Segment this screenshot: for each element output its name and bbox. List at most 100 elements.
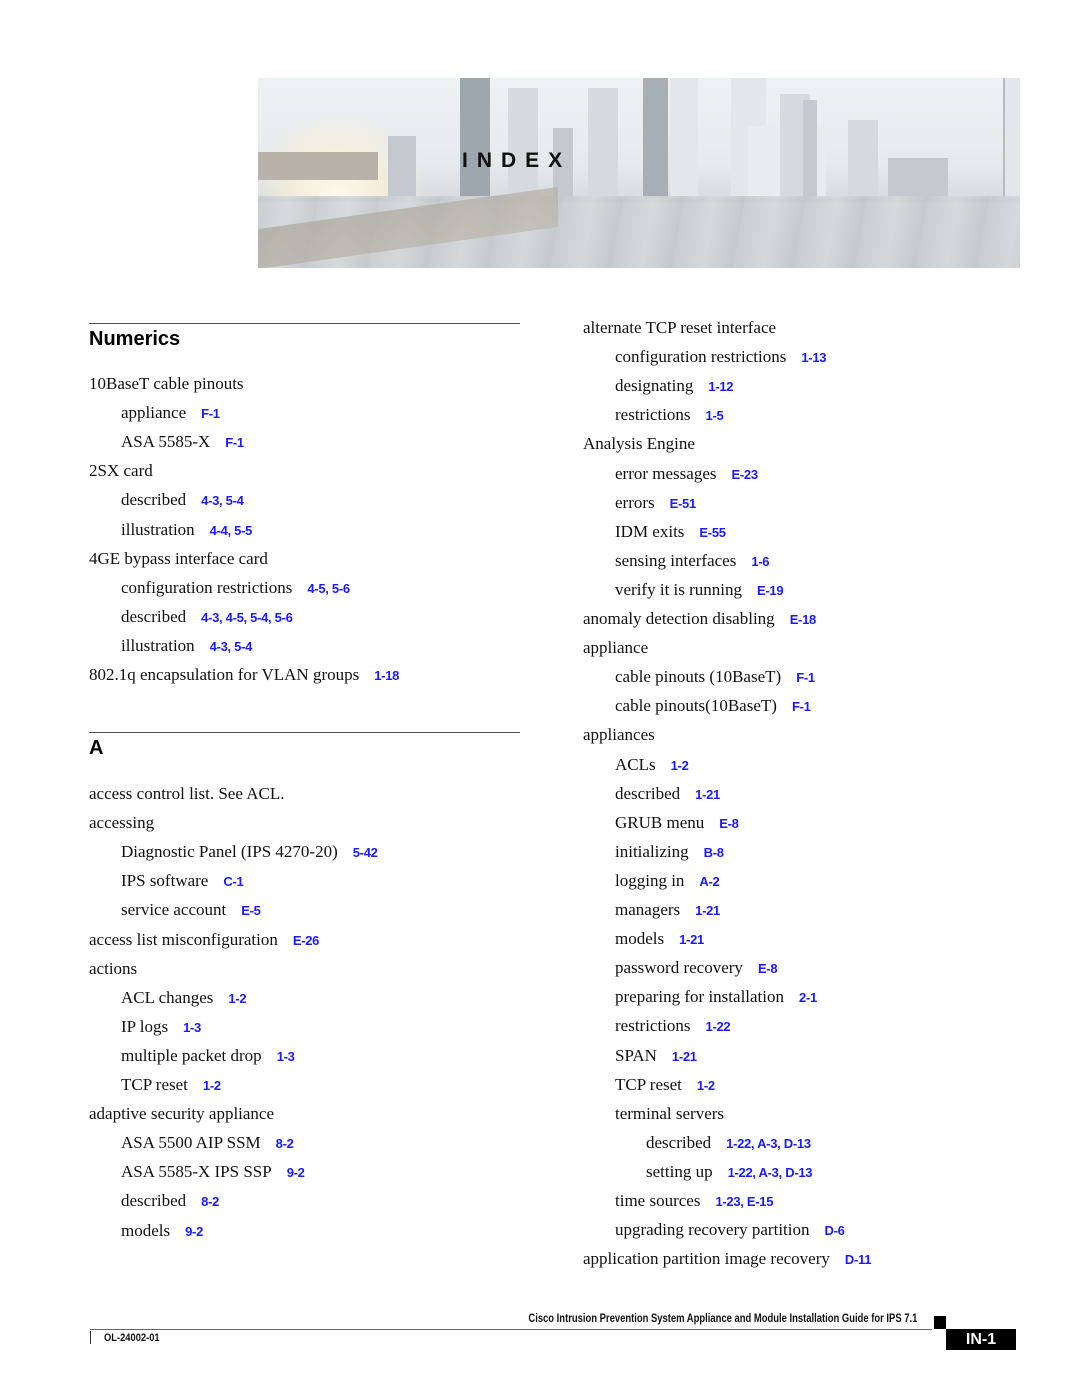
page-reference-link[interactable]: 1-3 (277, 1049, 295, 1064)
page-reference-link[interactable]: 1-21 (679, 932, 704, 947)
page-reference-link[interactable]: E-8 (758, 961, 778, 976)
index-term: managers (615, 900, 681, 919)
page-reference-link[interactable]: 4-5, 5-6 (307, 581, 350, 596)
section-rule-a (89, 732, 520, 733)
index-term: sensing interfaces (615, 550, 737, 570)
footer-left-bar (90, 1331, 91, 1344)
index-entry: upgrading recovery partition D-6 (615, 1220, 845, 1241)
page-reference-link[interactable]: 4-4, 5-5 (210, 523, 253, 538)
page-reference-link[interactable]: 1-3 (183, 1020, 201, 1035)
index-term: GRUB menu (615, 812, 705, 832)
index-entry: password recovery E-8 (615, 958, 778, 979)
index-entry: 802.1q encapsulation for VLAN groups 1-18 (89, 665, 399, 686)
index-term: described (646, 1132, 712, 1152)
index-term: cable pinouts(10BaseT) (615, 696, 777, 716)
index-entry: cable pinouts(10BaseT) F-1 (615, 696, 811, 717)
page-reference-link[interactable]: 8-2 (201, 1194, 219, 1209)
index-term: access list misconfiguration (89, 929, 278, 949)
index-entry: described 8-2 (121, 1191, 219, 1212)
page-reference-link[interactable]: 1-23, E-15 (715, 1194, 773, 1209)
page-reference-link[interactable]: 9-2 (185, 1224, 203, 1239)
index-term: ASA 5500 AIP SSM (121, 1133, 261, 1153)
index-term: service account (121, 900, 227, 920)
index-entry: Analysis Engine (583, 434, 695, 454)
index-term: upgrading recovery partition (615, 1220, 810, 1240)
index-entry: illustration 4-4, 5-5 (121, 520, 252, 541)
page-reference-link[interactable]: D-11 (845, 1252, 872, 1267)
page-reference-link[interactable]: 1-22 (706, 1019, 731, 1034)
page-reference-link[interactable]: E-26 (293, 933, 320, 948)
index-term: ACLs (615, 754, 656, 774)
page-reference-link[interactable]: 1-21 (695, 787, 720, 802)
index-entry: appliance F-1 (121, 403, 220, 424)
page-reference-link[interactable]: E-19 (757, 583, 784, 598)
index-term: configuration restrictions (121, 577, 293, 597)
page-reference-link[interactable]: F-1 (796, 670, 815, 685)
page-reference-link[interactable]: E-18 (790, 612, 817, 627)
page-reference-link[interactable]: 1-2 (228, 991, 246, 1006)
index-entry: described 4-3, 5-4 (121, 490, 244, 511)
page-reference-link[interactable]: 4-3, 4-5, 5-4, 5-6 (201, 610, 293, 625)
page-reference-link[interactable]: 1-21 (695, 903, 720, 918)
index-term: Diagnostic Panel (IPS 4270-20) (121, 842, 338, 862)
index-term: 2SX card (89, 461, 153, 481)
index-term: TCP reset (615, 1074, 682, 1094)
index-entry: models 1-21 (615, 929, 704, 950)
footer-doc-number: OL-24002-01 (104, 1332, 160, 1344)
page-reference-link[interactable]: 1-22, A-3, D-13 (726, 1136, 811, 1151)
index-term: terminal servers (615, 1103, 725, 1123)
page-reference-link[interactable]: E-55 (699, 525, 726, 540)
index-entry: appliance (583, 638, 648, 658)
page-reference-link[interactable]: 1-2 (203, 1078, 221, 1093)
index-term: cable pinouts (10BaseT) (615, 667, 782, 687)
index-term: Analysis Engine (583, 434, 695, 454)
index-entry: ACL changes 1-2 (121, 988, 247, 1009)
index-entry: designating 1-12 (615, 376, 734, 397)
index-term: appliance (121, 403, 187, 423)
page-reference-link[interactable]: F-1 (201, 406, 220, 421)
index-entry: ASA 5585-X F-1 (121, 432, 244, 453)
index-term: anomaly detection disabling (583, 609, 775, 628)
page-reference-link[interactable]: E-51 (670, 496, 697, 511)
index-banner-image (258, 78, 1020, 268)
page-reference-link[interactable]: 1-6 (751, 554, 769, 569)
page-reference-link[interactable]: 8-2 (276, 1136, 294, 1151)
page-reference-link[interactable]: B-8 (704, 845, 724, 860)
page-reference-link[interactable]: A-2 (699, 874, 719, 889)
page-reference-link[interactable]: F-1 (792, 699, 811, 714)
index-term: adaptive security appliance (89, 1104, 275, 1124)
index-entry: models 9-2 (121, 1221, 203, 1242)
page-reference-link[interactable]: E-8 (719, 816, 739, 831)
index-entry: ASA 5585-X IPS SSP 9-2 (121, 1162, 305, 1183)
page-reference-link[interactable]: F-1 (225, 435, 244, 450)
index-entry: illustration 4-3, 5-4 (121, 636, 252, 657)
page-reference-link[interactable]: 1-18 (374, 668, 399, 683)
page-reference-link[interactable]: 1-22, A-3, D-13 (728, 1165, 813, 1180)
page-reference-link[interactable]: 1-21 (672, 1049, 697, 1064)
page-reference-link[interactable]: 4-3, 5-4 (201, 493, 244, 508)
page-reference-link[interactable]: E-23 (732, 467, 759, 482)
page-reference-link[interactable]: 1-2 (671, 758, 689, 773)
page-reference-link[interactable]: E-5 (241, 903, 261, 918)
index-entry: terminal servers (615, 1104, 724, 1124)
page-reference-link[interactable]: 4-3, 5-4 (210, 639, 253, 654)
index-entry: service account E-5 (121, 900, 261, 921)
page-reference-link[interactable]: 5-42 (353, 845, 378, 860)
index-term: 10BaseT cable pinouts (89, 374, 244, 393)
page-reference-link[interactable]: C-1 (223, 874, 243, 889)
index-term: 802.1q encapsulation for VLAN groups (89, 665, 360, 684)
index-entry: Diagnostic Panel (IPS 4270-20) 5-42 (121, 842, 378, 863)
page-reference-link[interactable]: 2-1 (799, 990, 817, 1005)
index-entry: IPS software C-1 (121, 871, 244, 892)
index-entry: error messages E-23 (615, 464, 758, 485)
page-reference-link[interactable]: 9-2 (287, 1165, 305, 1180)
page-reference-link[interactable]: 1-12 (708, 379, 733, 394)
index-entry: ASA 5500 AIP SSM 8-2 (121, 1133, 294, 1154)
index-term: models (615, 929, 665, 949)
index-term: designating (615, 376, 694, 396)
page-reference-link[interactable]: D-6 (825, 1223, 845, 1238)
page-reference-link[interactable]: 1-5 (706, 408, 724, 423)
page-reference-link[interactable]: 1-13 (801, 350, 826, 365)
page-reference-link[interactable]: 1-2 (697, 1078, 715, 1093)
index-entry: accessing (89, 813, 154, 833)
